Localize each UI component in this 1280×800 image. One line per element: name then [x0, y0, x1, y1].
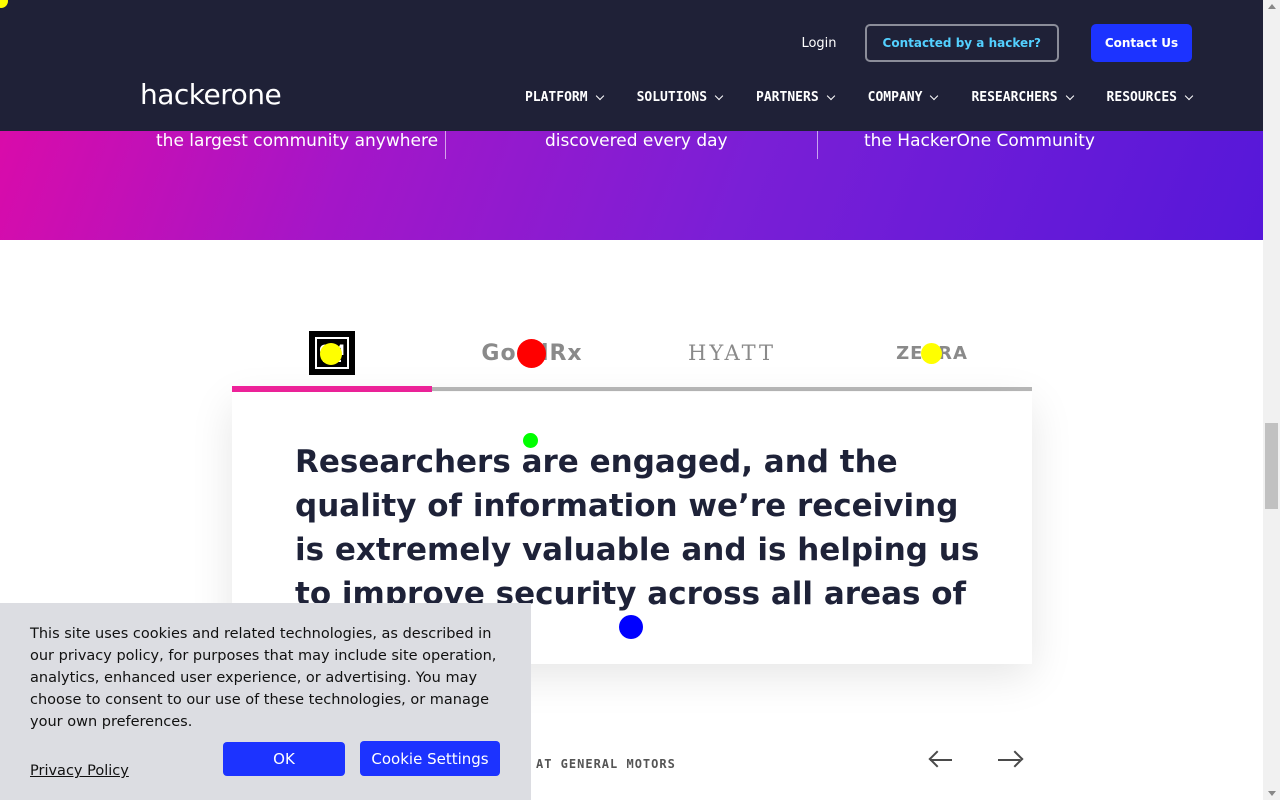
nav-label: RESEARCHERS	[971, 90, 1058, 105]
scroll-thumb[interactable]	[1265, 423, 1278, 509]
nav-resources[interactable]: RESOURCES	[1106, 90, 1194, 105]
scroll-down-icon[interactable]	[1268, 791, 1276, 796]
case-study-label[interactable]: AT GENERAL MOTORS	[536, 757, 676, 771]
privacy-policy-link[interactable]: Privacy Policy	[30, 763, 129, 779]
logo-text: hackerone	[140, 78, 282, 111]
login-link[interactable]: Login	[801, 36, 836, 51]
scroll-up-icon[interactable]	[1268, 4, 1276, 9]
marker-green	[523, 433, 538, 448]
marker-yellow	[320, 343, 342, 365]
nav-company[interactable]: COMPANY	[867, 90, 939, 105]
nav-label: PARTNERS	[756, 90, 819, 105]
chevron-down-icon	[826, 91, 835, 100]
marker-red	[517, 339, 546, 368]
cookie-ok-button[interactable]: OK	[223, 742, 345, 776]
stat-hackerone-community: the HackerOne Community	[864, 131, 1095, 151]
chevron-down-icon	[595, 91, 604, 100]
arrow-right-icon[interactable]	[996, 747, 1024, 773]
nav-researchers[interactable]: RESEARCHERS	[971, 90, 1074, 105]
nav-label: SOLUTIONS	[636, 90, 708, 105]
arrow-left-icon[interactable]	[928, 747, 956, 773]
main-nav: PLATFORM SOLUTIONS PARTNERS COMPANY RESE…	[491, 90, 1194, 105]
site-header: hackerone Login Contacted by a hacker? C…	[0, 0, 1263, 131]
nav-solutions[interactable]: SOLUTIONS	[636, 90, 724, 105]
page-scrollbar[interactable]	[1263, 0, 1280, 800]
nav-label: PLATFORM	[524, 90, 588, 105]
hyatt-logo: HYATT	[688, 341, 776, 365]
chevron-down-icon	[1184, 91, 1194, 100]
chevron-down-icon	[714, 91, 724, 100]
header-actions: Login Contacted by a hacker? Contact Us	[801, 24, 1192, 62]
cookie-settings-button[interactable]: Cookie Settings	[360, 741, 500, 776]
nav-label: COMPANY	[867, 90, 923, 105]
marker-yellow	[921, 343, 942, 364]
stat-community: the largest community anywhere	[156, 131, 439, 151]
stat-divider	[817, 131, 818, 159]
marker-blue	[619, 615, 643, 639]
chevron-down-icon	[930, 91, 939, 100]
cookie-text: This site uses cookies and related techn…	[30, 626, 497, 730]
nav-label: RESOURCES	[1106, 90, 1177, 105]
nav-partners[interactable]: PARTNERS	[756, 90, 835, 105]
hackerone-logo[interactable]: hackerone	[140, 78, 282, 111]
contacted-by-hacker-button[interactable]: Contacted by a hacker?	[864, 24, 1059, 62]
customer-tabs: GM GoodRx HYATT ZEBRA	[232, 320, 1032, 392]
cookie-banner: This site uses cookies and related techn…	[0, 603, 531, 800]
stat-divider	[445, 131, 446, 159]
chevron-down-icon	[1065, 91, 1074, 100]
contact-us-button[interactable]: Contact Us	[1091, 24, 1192, 62]
tab-hyatt[interactable]: HYATT	[632, 320, 832, 386]
nav-platform[interactable]: PLATFORM	[524, 90, 604, 105]
stat-discovered: discovered every day	[545, 131, 728, 151]
